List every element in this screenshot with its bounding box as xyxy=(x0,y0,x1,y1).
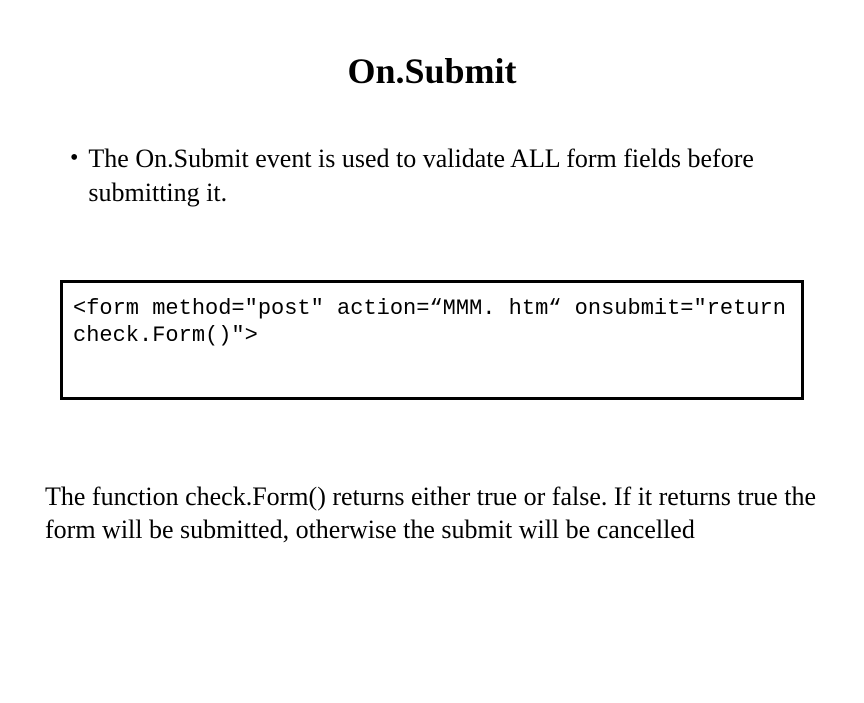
bullet-list: • The On.Submit event is used to validat… xyxy=(70,142,824,210)
bullet-text: The On.Submit event is used to validate … xyxy=(88,142,824,210)
code-box: <form method="post" action=“MMM. htm“ on… xyxy=(60,280,804,400)
footer-paragraph: The function check.Form() returns either… xyxy=(45,480,819,548)
bullet-item: • The On.Submit event is used to validat… xyxy=(70,142,824,210)
code-snippet: <form method="post" action=“MMM. htm“ on… xyxy=(73,295,791,350)
slide-title: On.Submit xyxy=(40,50,824,92)
bullet-dot-icon: • xyxy=(70,144,78,172)
